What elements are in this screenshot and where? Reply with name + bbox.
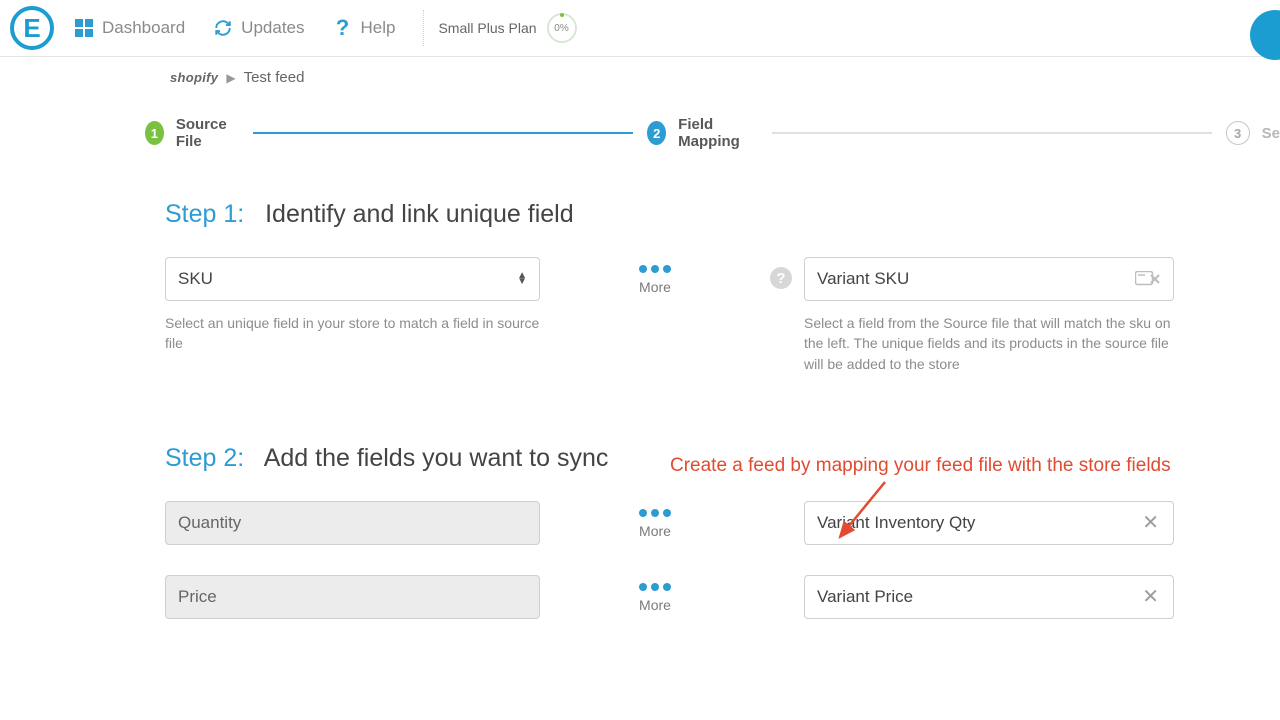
dashboard-icon <box>74 18 94 38</box>
step1-num: Step 1: <box>165 200 244 228</box>
step-line-2 <box>772 132 1212 134</box>
step1-heading: Step 1: Identify and link unique field <box>165 200 1280 229</box>
topnav: Dashboard Updates ? Help Small Plus Plan… <box>74 10 577 46</box>
nav-dashboard-label: Dashboard <box>102 18 185 38</box>
avatar[interactable] <box>1250 10 1280 60</box>
nav-help[interactable]: ? Help <box>333 18 396 38</box>
source-field-value: Variant SKU <box>817 269 909 289</box>
sync-left-0-value: Quantity <box>178 513 241 533</box>
store-field-helper: Select an unique field in your store to … <box>165 313 540 354</box>
topbar: E Dashboard Updates ? Help Small Plus Pl… <box>0 0 1280 57</box>
plan-label: Small Plus Plan <box>438 20 536 36</box>
step-2-circle: 2 <box>647 121 666 145</box>
sync-right-1[interactable]: Variant Price ✕ <box>804 575 1174 619</box>
select-caret-icon: ▲▼ <box>517 273 527 285</box>
help-icon: ? <box>333 18 353 38</box>
step1-title: Identify and link unique field <box>265 200 574 228</box>
source-field-input[interactable]: Variant SKU <box>804 257 1174 301</box>
sync-left-0[interactable]: Quantity <box>165 501 540 545</box>
separator <box>423 10 424 46</box>
step2-num: Step 2: <box>165 444 244 472</box>
step-settings[interactable]: 3 Se <box>1226 121 1280 145</box>
breadcrumb-store: shopify <box>170 70 218 85</box>
sync-left-1[interactable]: Price <box>165 575 540 619</box>
nav-dashboard[interactable]: Dashboard <box>74 18 185 38</box>
chevron-right-icon: ▶ <box>226 71 235 85</box>
step-3-circle: 3 <box>1226 121 1250 145</box>
step-3-label: Se <box>1262 125 1280 142</box>
usage-pct: 0% <box>554 23 568 34</box>
sync-left-1-value: Price <box>178 587 217 607</box>
annotation-text: Create a feed by mapping your feed file … <box>670 455 1171 477</box>
more-dots-icon <box>639 265 671 273</box>
clear-icon[interactable]: ✕ <box>1140 584 1161 609</box>
step-2-label: Field Mapping <box>678 116 757 150</box>
annotation-arrow-icon <box>830 482 890 557</box>
wizard-stepper: 1 Source File 2 Field Mapping 3 Se <box>0 116 1280 150</box>
more-dots-icon <box>639 509 671 517</box>
step1-row: SKU ▲▼ Select an unique field in your st… <box>165 257 1280 374</box>
step-line-1 <box>253 132 633 134</box>
refresh-icon <box>213 18 233 38</box>
nav-help-label: Help <box>361 18 396 38</box>
step-field-mapping[interactable]: 2 Field Mapping <box>647 116 757 150</box>
content: Step 1: Identify and link unique field S… <box>0 150 1280 619</box>
more-button[interactable]: More <box>639 279 671 295</box>
nav-updates-label: Updates <box>241 18 304 38</box>
store-field-value: SKU <box>178 269 213 289</box>
clear-icon[interactable]: ✕ <box>1140 510 1161 535</box>
store-field-select[interactable]: SKU ▲▼ <box>165 257 540 301</box>
sync-right-1-value: Variant Price <box>817 587 913 607</box>
sync-row-0: Quantity More Variant Inventory Qty ✕ <box>165 501 1280 545</box>
step2-title: Add the fields you want to sync <box>264 444 609 472</box>
more-button[interactable]: More <box>639 597 671 613</box>
source-field-helper: Select a field from the Source file that… <box>804 313 1174 374</box>
step-source-file[interactable]: 1 Source File <box>145 116 239 150</box>
breadcrumb: shopify ▶ Test feed <box>0 57 1280 86</box>
sync-row-1: Price More Variant Price ✕ <box>165 575 1280 619</box>
step-1-circle: 1 <box>145 121 164 145</box>
logo: E <box>10 6 54 50</box>
breadcrumb-feed: Test feed <box>244 69 305 86</box>
nav-updates[interactable]: Updates <box>213 18 304 38</box>
more-button[interactable]: More <box>639 523 671 539</box>
step-1-label: Source File <box>176 116 239 150</box>
help-tooltip-icon[interactable]: ? <box>770 267 792 289</box>
more-dots-icon <box>639 583 671 591</box>
card-clear-icon[interactable] <box>1135 271 1161 287</box>
usage-badge: 0% <box>547 13 577 43</box>
